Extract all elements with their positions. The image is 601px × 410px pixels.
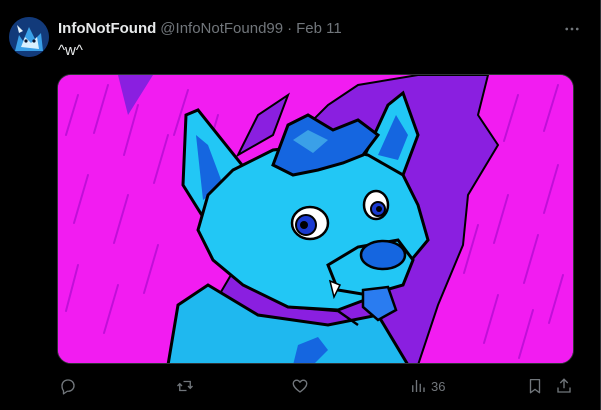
heart-icon (292, 379, 308, 393)
share-icon (557, 378, 571, 393)
display-name[interactable]: InfoNotFound (58, 19, 156, 39)
tweet-date[interactable]: Feb 11 (296, 19, 342, 39)
avatar[interactable] (9, 17, 49, 57)
tweet-text: ^w^ (58, 42, 83, 59)
more-options-button[interactable] (562, 19, 582, 39)
reply-icon (61, 379, 75, 395)
wolf-avatar-icon (9, 17, 49, 57)
cyan-canine-artwork (58, 75, 573, 363)
tweet-actions-bar: 36 (57, 374, 577, 398)
tweet-card[interactable]: InfoNotFound @InfoNotFound99 · Feb 11 ^w… (0, 0, 601, 410)
tweet-media-image[interactable] (57, 74, 574, 364)
like-button[interactable] (291, 374, 313, 398)
separator-dot: · (287, 20, 293, 37)
tweet-header: InfoNotFound @InfoNotFound99 · Feb 11 (58, 19, 342, 39)
bookmark-button[interactable] (526, 374, 544, 398)
views-icon (412, 380, 425, 392)
share-button[interactable] (555, 374, 573, 398)
retweet-icon (177, 380, 193, 392)
retweet-button[interactable] (175, 374, 199, 398)
more-icon (565, 27, 579, 31)
reply-button[interactable] (59, 374, 81, 398)
bookmark-icon (529, 378, 541, 394)
views-count: 36 (431, 378, 446, 394)
user-handle[interactable]: @InfoNotFound99 (160, 19, 283, 39)
views-button[interactable]: 36 (409, 374, 445, 398)
